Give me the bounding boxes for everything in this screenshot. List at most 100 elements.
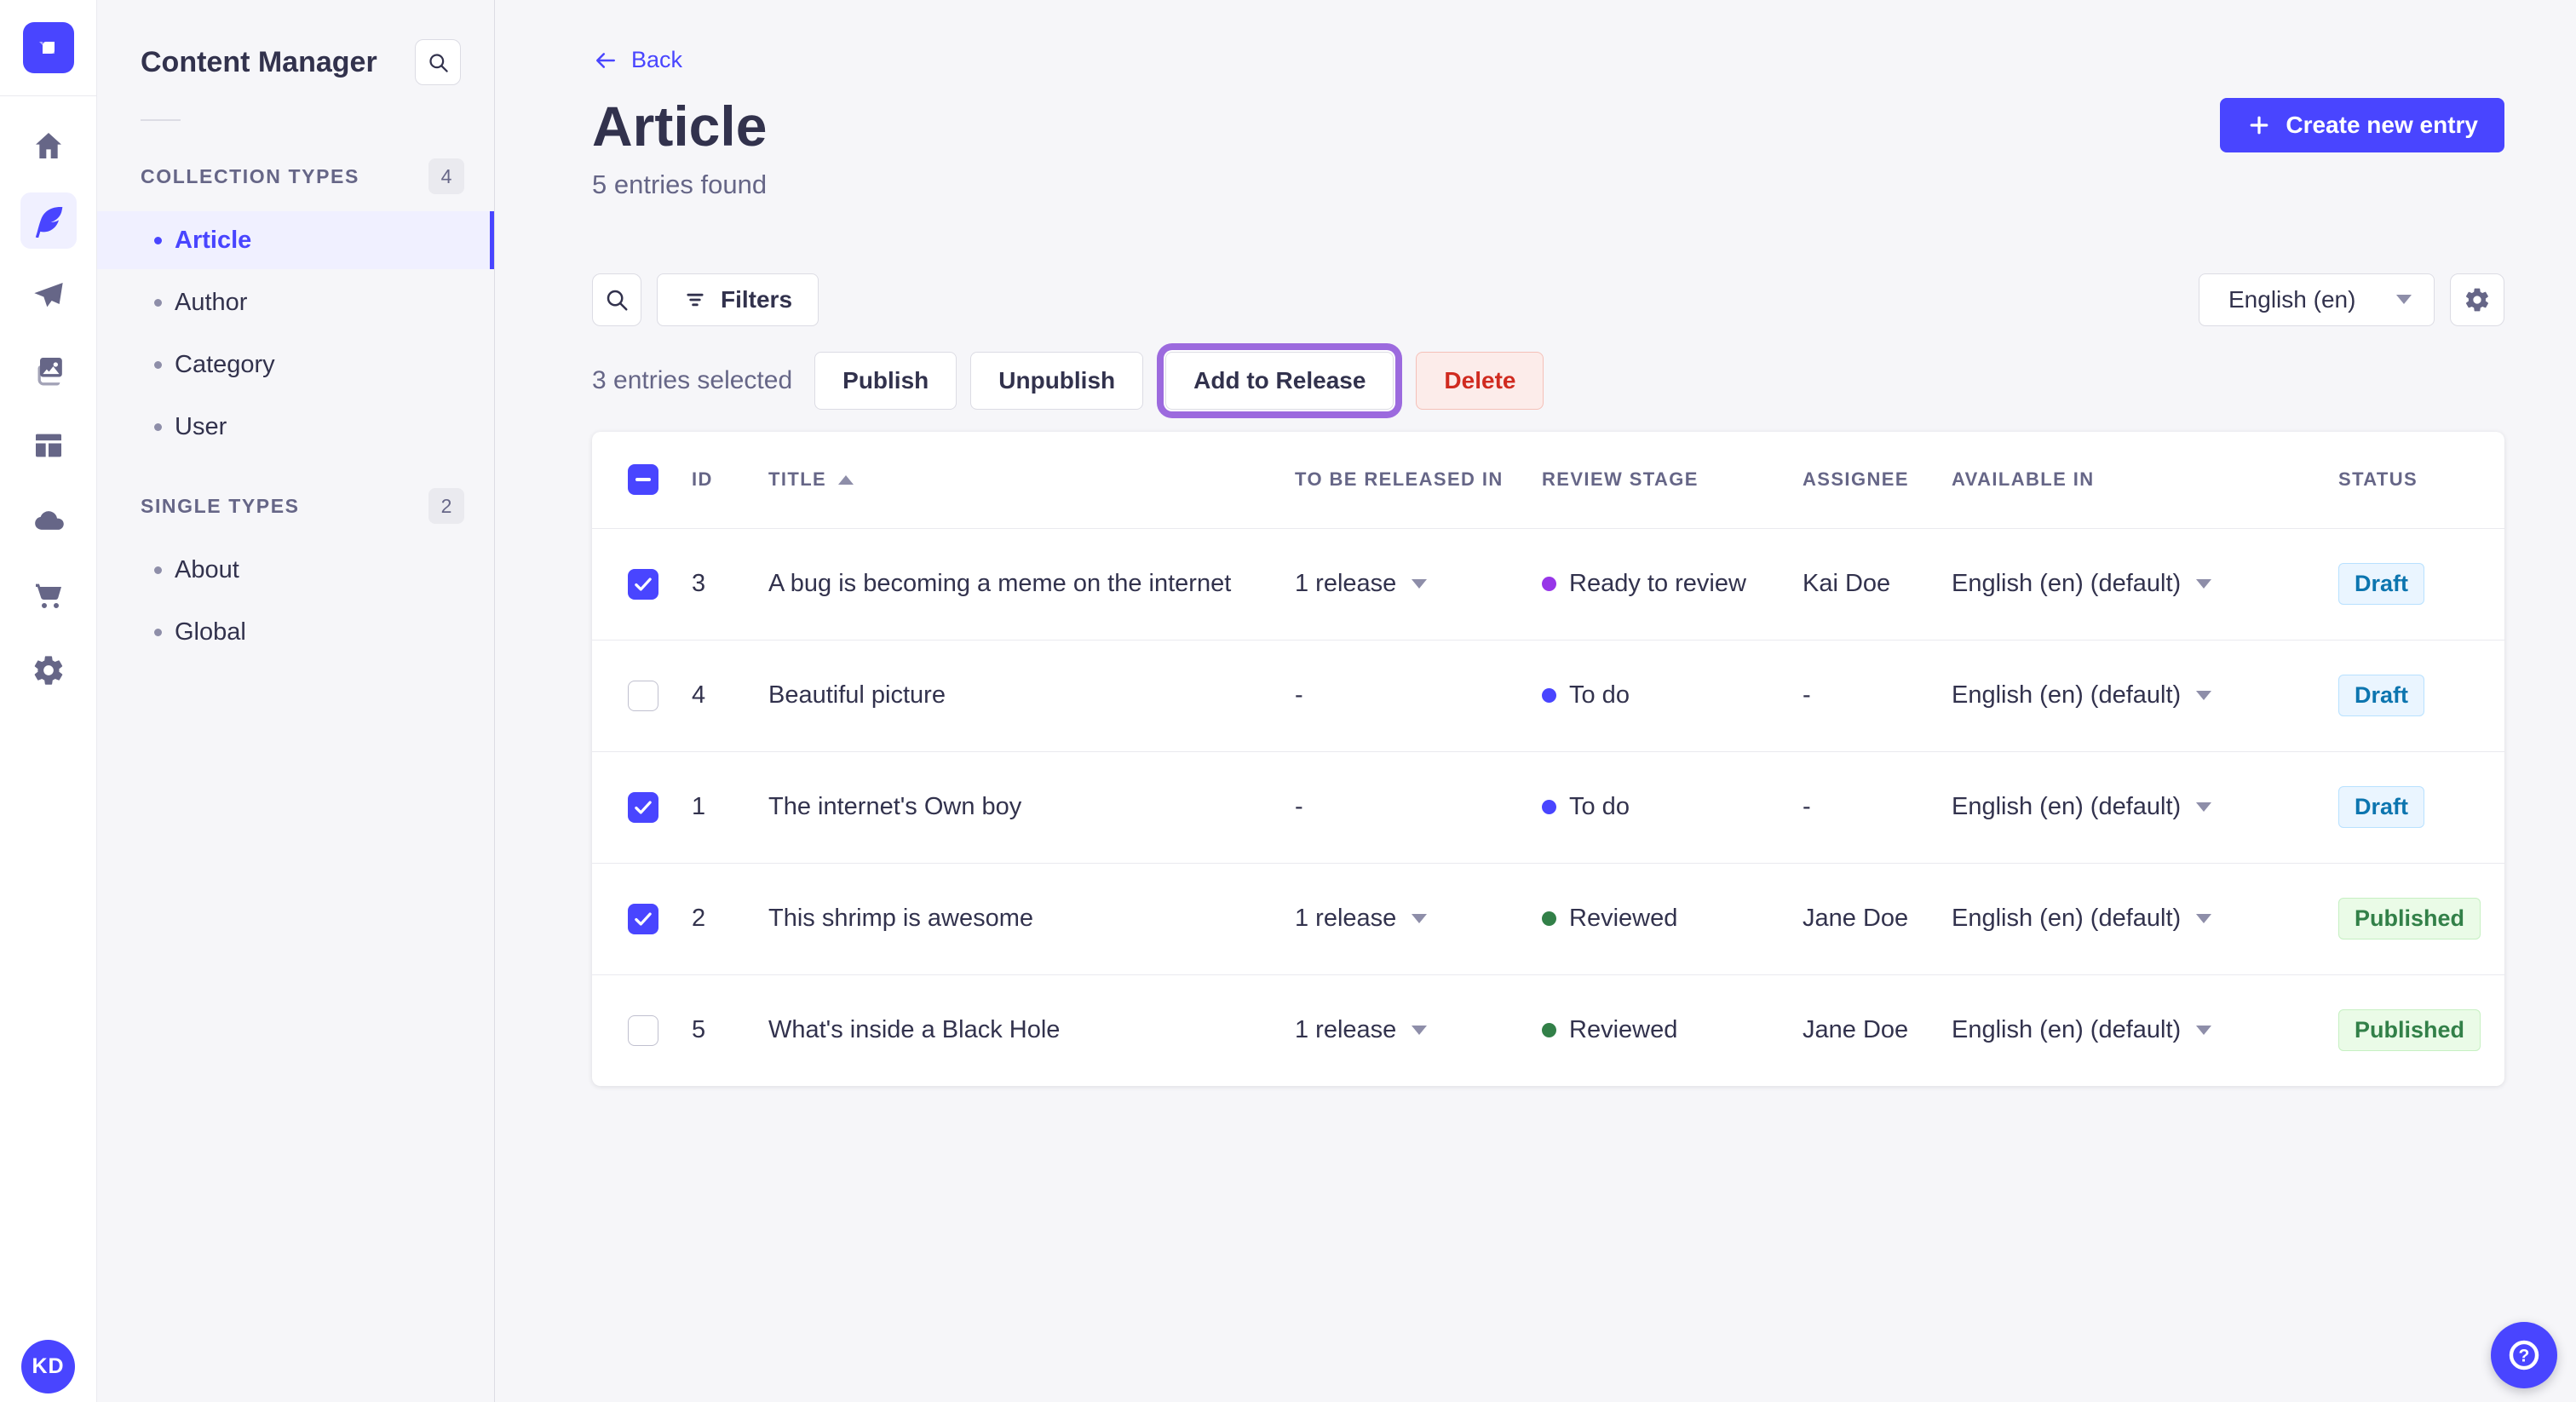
select-all-checkbox[interactable] [628,464,658,495]
cell-available-in[interactable]: English (en) (default) [1952,570,2338,598]
column-header-assignee[interactable]: ASSIGNEE [1803,468,1952,491]
subnav-title: Content Manager [141,45,377,78]
publish-button[interactable]: Publish [814,351,957,410]
back-link[interactable]: Back [592,47,682,73]
stage-label: Ready to review [1569,570,1746,597]
status-badge: Draft [2338,563,2425,605]
marketplace-cart-icon[interactable] [0,558,97,633]
stage-label: Reviewed [1569,1016,1678,1043]
cell-assignee: - [1803,681,1811,709]
sidebar-item-label: Author [175,288,248,316]
locale-select[interactable]: English (en) [2199,273,2435,326]
table-row[interactable]: 3 A bug is becoming a meme on the intern… [592,527,2504,640]
unpublish-button[interactable]: Unpublish [970,351,1144,410]
chevron-down-icon [2196,691,2212,700]
search-button[interactable] [592,273,641,326]
row-checkbox[interactable] [628,680,658,711]
view-settings-button[interactable] [2450,273,2504,326]
plus-icon [2250,116,2268,134]
bullet-icon [154,628,162,636]
column-header-review-stage[interactable]: REVIEW STAGE [1542,468,1803,491]
sidebar-item-article[interactable]: Article [97,211,494,269]
sidebar-item-label: Global [175,618,246,646]
entries-count: 5 entries found [592,169,768,199]
stage-label: Reviewed [1569,905,1678,932]
content-manager-feather-icon[interactable] [0,183,97,258]
release-value: 1 release [1295,570,1397,597]
row-checkbox[interactable] [628,903,658,934]
table-row[interactable]: 5 What's inside a Black Hole 1 release R… [592,974,2504,1086]
stage-label: To do [1569,681,1630,709]
subnav-divider [141,119,181,121]
rail-icon-list [0,96,96,708]
table-row[interactable]: 2 This shrimp is awesome 1 release Revie… [592,862,2504,974]
release-caret chevron-down-icon [1412,914,1428,923]
single-types-label: SINGLE TYPES [141,494,300,517]
locale-value: English (en) (default) [1952,793,2182,820]
sidebar-item-label: Article [175,226,252,254]
sidebar-item-author[interactable]: Author [97,273,494,331]
cell-id: 2 [692,905,706,932]
row-checkbox[interactable] [628,791,658,823]
strapi-logo[interactable] [22,22,74,73]
cell-release[interactable]: - [1295,681,1542,710]
cell-release[interactable]: - [1295,793,1542,821]
column-header-release[interactable]: TO BE RELEASED IN [1295,468,1542,491]
sidebar-item-global[interactable]: Global [97,603,494,661]
sort-ascending-icon [838,474,854,485]
collection-types-count: 4 [428,158,464,194]
user-avatar[interactable]: KD [21,1340,75,1393]
column-header-id[interactable]: ID [692,468,768,491]
rail-logo-area [0,0,96,96]
home-icon[interactable] [0,108,97,183]
cell-release[interactable]: 1 release [1295,1016,1542,1044]
cell-available-in[interactable]: English (en) (default) [1952,905,2338,933]
bullet-icon [154,566,162,574]
cell-release[interactable]: 1 release [1295,570,1542,598]
app-window: KD Content Manager COLLECTION TYPES 4 Ar… [0,0,2576,1402]
table-row[interactable]: 1 The internet's Own boy - To do - Engli… [592,750,2504,863]
delete-button[interactable]: Delete [1416,351,1544,410]
content-type-builder-icon[interactable] [0,408,97,483]
cloud-icon[interactable] [0,483,97,558]
settings-gear-icon[interactable] [0,633,97,708]
cell-available-in[interactable]: English (en) (default) [1952,1016,2338,1044]
table-row[interactable]: 4 Beautiful picture - To do - English (e… [592,639,2504,751]
filters-button[interactable]: Filters [657,273,819,326]
row-checkbox[interactable] [628,1014,658,1046]
cell-available-in[interactable]: English (en) (default) [1952,681,2338,710]
paper-plane-icon[interactable] [0,258,97,333]
column-header-title[interactable]: TITLE [768,468,1295,491]
column-header-available-in[interactable]: AVAILABLE IN [1952,468,2338,491]
bullet-icon [154,298,162,307]
locale-value: English (en) (default) [1952,570,2182,597]
locale-select-value: English (en) [2228,285,2356,313]
locale-value: English (en) (default) [1952,1016,2182,1043]
content-manager-subnav: Content Manager COLLECTION TYPES 4 Artic… [97,0,495,1402]
media-library-icon[interactable] [0,333,97,408]
create-new-entry-button[interactable]: Create new entry [2220,97,2504,152]
bullet-icon [154,360,162,369]
release-value: - [1295,681,1303,709]
cell-available-in[interactable]: English (en) (default) [1952,793,2338,821]
subnav-search-button[interactable] [415,39,461,85]
cell-review-stage: Reviewed [1542,905,1803,933]
sidebar-item-category[interactable]: Category [97,336,494,394]
chevron-down-icon [2196,579,2212,589]
row-checkbox[interactable] [628,568,658,600]
sidebar-item-user[interactable]: User [97,398,494,456]
cell-title: The internet's Own boy [768,793,1022,820]
locale-value: English (en) (default) [1952,681,2182,709]
indeterminate-minus-icon [635,478,651,481]
column-header-status[interactable]: STATUS [2338,468,2504,491]
stage-label: To do [1569,793,1630,820]
cell-id: 4 [692,681,706,709]
release-value: 1 release [1295,905,1397,932]
sidebar-item-about[interactable]: About [97,541,494,599]
chevron-down-icon [2196,914,2212,923]
cell-release[interactable]: 1 release [1295,905,1542,933]
add-to-release-button[interactable]: Add to Release [1165,351,1394,410]
help-button[interactable]: ? [2491,1322,2557,1388]
sidebar-item-label: User [175,412,227,440]
arrow-left-icon [596,52,615,68]
